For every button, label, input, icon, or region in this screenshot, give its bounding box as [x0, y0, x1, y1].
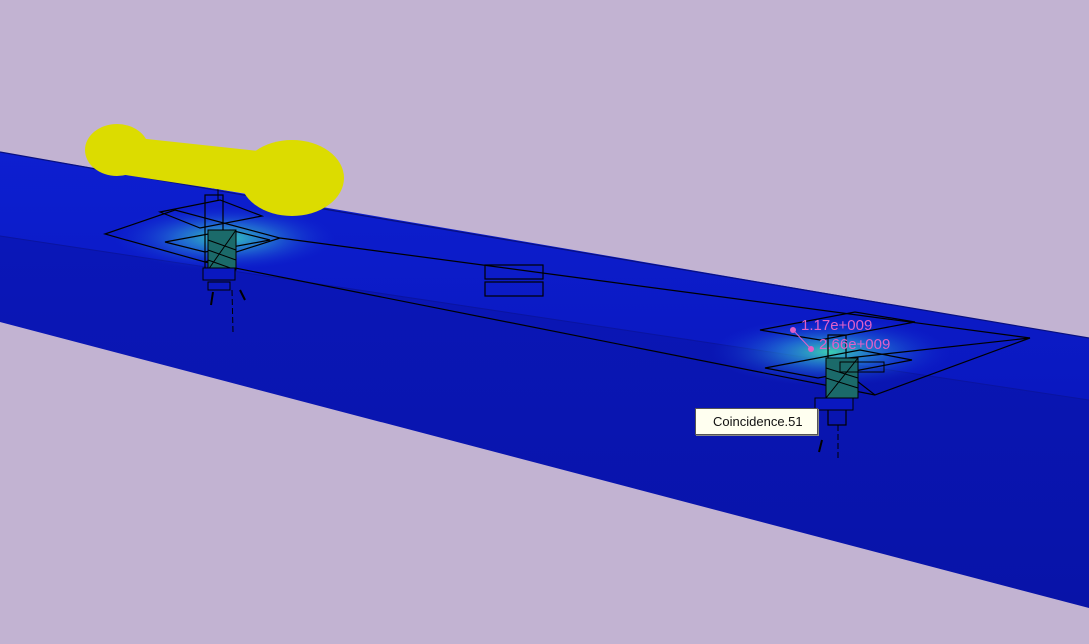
- stress-value-top[interactable]: 1.17e+009: [801, 317, 872, 334]
- 3d-viewport[interactable]: 1.17e+009 2.66e+009 Coincidence.51: [0, 0, 1089, 644]
- stress-value-bottom[interactable]: 2.66e+009: [819, 336, 890, 353]
- tooltip: Coincidence.51: [695, 408, 818, 435]
- scene-canvas[interactable]: 1.17e+009 2.66e+009: [0, 0, 1089, 644]
